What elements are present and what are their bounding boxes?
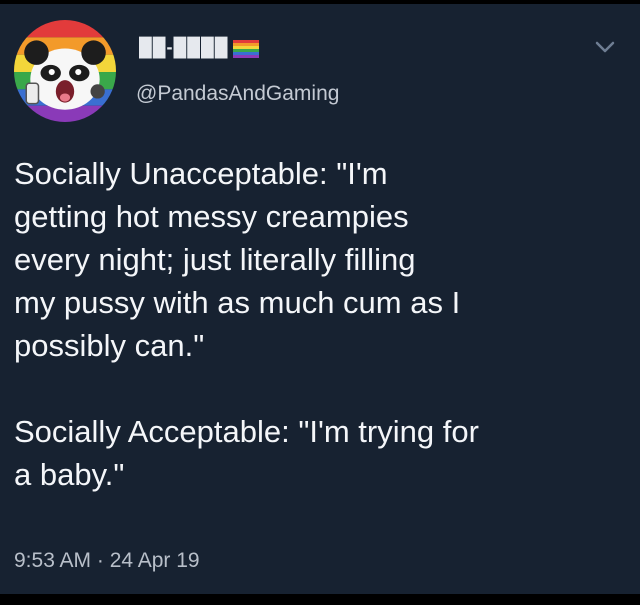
tweet-timestamp[interactable]: 9:53 AM · 24 Apr 19 (14, 549, 200, 573)
tweet-paragraph: Socially Unacceptable: "I'm getting hot … (14, 156, 461, 363)
tweet-paragraph: Socially Acceptable: "I'm trying for a b… (14, 414, 479, 492)
panda-avatar-icon (14, 20, 116, 122)
avatar[interactable] (14, 20, 116, 122)
pride-flag-icon (233, 40, 259, 58)
tweet-card: ██-████ @PandasAndGaming Socially Unacce… (0, 4, 640, 594)
display-name[interactable]: ██-████ (139, 37, 229, 58)
user-handle[interactable]: @PandasAndGaming (136, 82, 339, 106)
chevron-down-icon[interactable] (593, 38, 617, 56)
tweet-text: Socially Unacceptable: "I'm getting hot … (14, 152, 634, 496)
